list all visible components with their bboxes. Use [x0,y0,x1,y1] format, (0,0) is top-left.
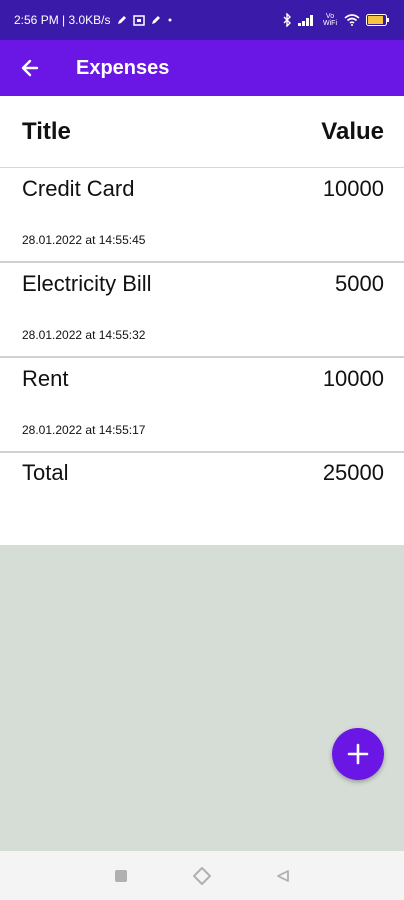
app-bar: Expenses [0,40,404,96]
total-value: 25000 [322,460,384,485]
status-bar: 2:56 PM | 3.0KB/s Vo WiFi [0,0,404,40]
empty-area [0,545,404,851]
triangle-back-icon [277,869,290,882]
header-title: Title [22,117,71,145]
expense-title: Electricity Bill [22,271,152,296]
vowifi-label: Vo WiFi [323,13,337,27]
home-button[interactable] [187,861,217,891]
pen-icon [151,15,161,25]
arrow-left-icon [21,59,39,77]
total-row: Total 25000 [0,455,404,491]
back-nav-button[interactable] [268,861,298,891]
page-title: Expenses [76,56,170,79]
back-button[interactable] [2,40,58,96]
recents-button[interactable] [106,861,136,891]
battery-icon [366,14,390,26]
dot-icon [167,17,173,23]
expense-timestamp: 28.01.2022 at 14:55:32 [22,328,146,342]
expenses-screen: 2:56 PM | 3.0KB/s Vo WiFi Expenses Title… [0,0,404,900]
expense-timestamp: 28.01.2022 at 14:55:17 [22,423,146,437]
expense-value: 10000 [322,176,384,201]
vowifi-icon: Vo WiFi [322,13,338,27]
diamond-home-icon [192,866,211,885]
expense-title: Rent [22,366,69,391]
expenses-table: Title Value Credit Card 10000 28.01.2022… [0,96,404,491]
signal-icon [298,14,316,26]
plus-icon [347,743,369,765]
square-icon [114,869,127,882]
header-value: Value [321,117,384,145]
wifi-icon [344,14,360,26]
pen-icon [117,15,127,25]
table-row[interactable]: Electricity Bill 5000 28.01.2022 at 14:5… [0,263,404,358]
table-header: Title Value [0,96,404,168]
message-icon [132,14,145,26]
total-label: Total [22,460,69,485]
table-row[interactable]: Credit Card 10000 28.01.2022 at 14:55:45 [0,168,404,263]
table-row[interactable]: Rent 10000 28.01.2022 at 14:55:17 [0,358,404,453]
status-time: 2:56 PM | 3.0KB/s [14,13,111,27]
expense-timestamp: 28.01.2022 at 14:55:45 [22,233,146,247]
expense-title: Credit Card [22,176,135,201]
expense-value: 10000 [322,366,384,391]
system-nav-bar [0,851,404,900]
add-expense-button[interactable] [332,728,384,780]
bluetooth-icon [282,13,292,27]
expense-value: 5000 [335,271,384,296]
